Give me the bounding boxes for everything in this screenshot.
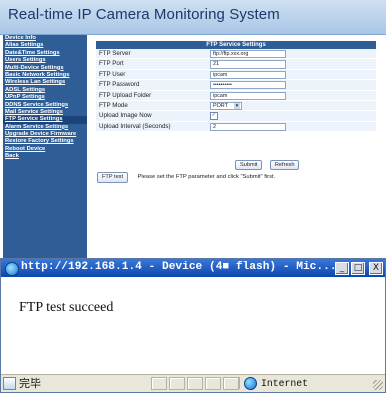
sidebar-item[interactable]: Restore Factory Settings — [3, 138, 87, 145]
sidebar-item[interactable]: Mail Service Settings — [3, 109, 87, 116]
upload-now-label: Upload Image Now — [99, 112, 152, 120]
ftp-mode-row: FTP Mode PORT ▼ — [96, 100, 376, 112]
ftp-folder-label: FTP Upload Folder — [99, 91, 152, 99]
sidebar-item[interactable]: ADSL Settings — [3, 87, 87, 94]
ftp-port-label: FTP Port — [99, 60, 124, 68]
ftp-port-input[interactable]: 21 — [210, 60, 286, 69]
ftp-settings-title: FTP Service Settings — [96, 41, 376, 49]
status-left: 完毕 — [3, 376, 41, 390]
ftp-server-row: FTP Server ftp://ftp.xxx.org — [96, 49, 376, 60]
ftp-folder-row: FTP Upload Folder ipcam — [96, 90, 376, 101]
sidebar-item[interactable]: Alias Settings — [3, 42, 87, 49]
upload-now-checkbox[interactable]: ✓ — [210, 112, 218, 120]
ftp-mode-label: FTP Mode — [99, 101, 128, 109]
status-segment — [223, 377, 239, 390]
ftp-mode-value: PORT — [213, 103, 228, 110]
ftp-password-label: FTP Password — [99, 81, 140, 89]
upload-now-row: Upload Image Now ✓ — [96, 111, 376, 122]
sidebar-item[interactable]: Device Info — [3, 35, 87, 42]
sidebar-item[interactable]: DDNS Service Settings — [3, 102, 87, 109]
ftp-test-hint: Please set the FTP parameter and click "… — [137, 174, 276, 180]
popup-titlebar[interactable]: http://192.168.1.4 - Device (4■ flash) -… — [1, 259, 385, 277]
close-button[interactable]: X — [369, 262, 383, 275]
sidebar-item[interactable]: UPnP Settings — [3, 94, 87, 101]
zone-label: Internet — [261, 377, 309, 389]
sidebar-item[interactable]: Back — [3, 153, 87, 160]
page-title: Real-time IP Camera Monitoring System — [8, 6, 280, 23]
ftp-settings-table: FTP Service Settings FTP Server ftp://ft… — [96, 41, 376, 133]
ftp-folder-input[interactable]: ipcam — [210, 91, 286, 100]
upload-interval-label: Upload Interval (Seconds) — [99, 122, 171, 130]
main-panel: FTP Service Settings FTP Server ftp://ft… — [90, 35, 386, 259]
ftp-port-row: FTP Port 21 — [96, 59, 376, 70]
status-segment — [169, 377, 185, 390]
page-icon — [3, 376, 16, 390]
ftp-user-row: FTP User ipcam — [96, 69, 376, 81]
status-segment — [151, 377, 167, 390]
upload-interval-row: Upload Interval (Seconds) 2 — [96, 121, 376, 133]
maximize-button[interactable]: □ — [351, 262, 365, 275]
ftp-test-button[interactable]: FTP test — [97, 172, 129, 183]
popup-title: http://192.168.1.4 - Device (4■ flash) -… — [21, 261, 337, 273]
upload-interval-input[interactable]: 2 — [210, 122, 286, 131]
sidebar-item[interactable]: Date&Time Settings — [3, 50, 87, 57]
sidebar-item[interactable]: Basic Network Settings — [3, 72, 87, 79]
sidebar-item[interactable]: FTP Service Settings — [3, 116, 87, 124]
ftp-test-result: FTP test succeed — [19, 300, 114, 315]
ftp-mode-select[interactable]: PORT ▼ — [210, 101, 242, 111]
sidebar-item[interactable]: Wireless Lan Settings — [3, 79, 87, 86]
ftp-test-row: FTP test Please set the FTP parameter an… — [97, 165, 275, 183]
sidebar-item[interactable]: Reboot Device — [3, 146, 87, 153]
chevron-down-icon[interactable]: ▼ — [234, 102, 240, 109]
ftp-password-row: FTP Password •••••••••• — [96, 80, 376, 91]
app-header: Real-time IP Camera Monitoring System — [0, 0, 386, 35]
status-segment — [205, 377, 221, 390]
sidebar-item[interactable]: Alarm Service Settings — [3, 124, 87, 131]
security-zone: Internet — [239, 376, 374, 390]
resize-grip-icon[interactable] — [373, 380, 383, 390]
sidebar-item[interactable]: Upgrade Device Firmware — [3, 131, 87, 138]
globe-icon — [244, 376, 257, 390]
ftp-server-label: FTP Server — [99, 50, 131, 57]
status-bar: 完毕 Internet — [1, 374, 385, 392]
result-popup-window: http://192.168.1.4 - Device (4■ flash) -… — [0, 258, 386, 393]
sidebar: Device Info Alias Settings Date&Time Setti… — [3, 35, 87, 259]
status-text: 完毕 — [19, 377, 41, 390]
ftp-server-input[interactable]: ftp://ftp.xxx.org — [210, 50, 286, 59]
sidebar-item[interactable]: Users Settings — [3, 57, 87, 64]
status-segment — [187, 377, 203, 390]
ftp-user-label: FTP User — [99, 70, 126, 78]
sidebar-item[interactable]: Multi-Device Settings — [3, 65, 87, 72]
ftp-user-input[interactable]: ipcam — [210, 70, 286, 79]
ie-icon — [5, 262, 19, 276]
ftp-password-input[interactable]: •••••••••• — [210, 81, 286, 90]
minimize-button[interactable]: _ — [335, 262, 349, 275]
